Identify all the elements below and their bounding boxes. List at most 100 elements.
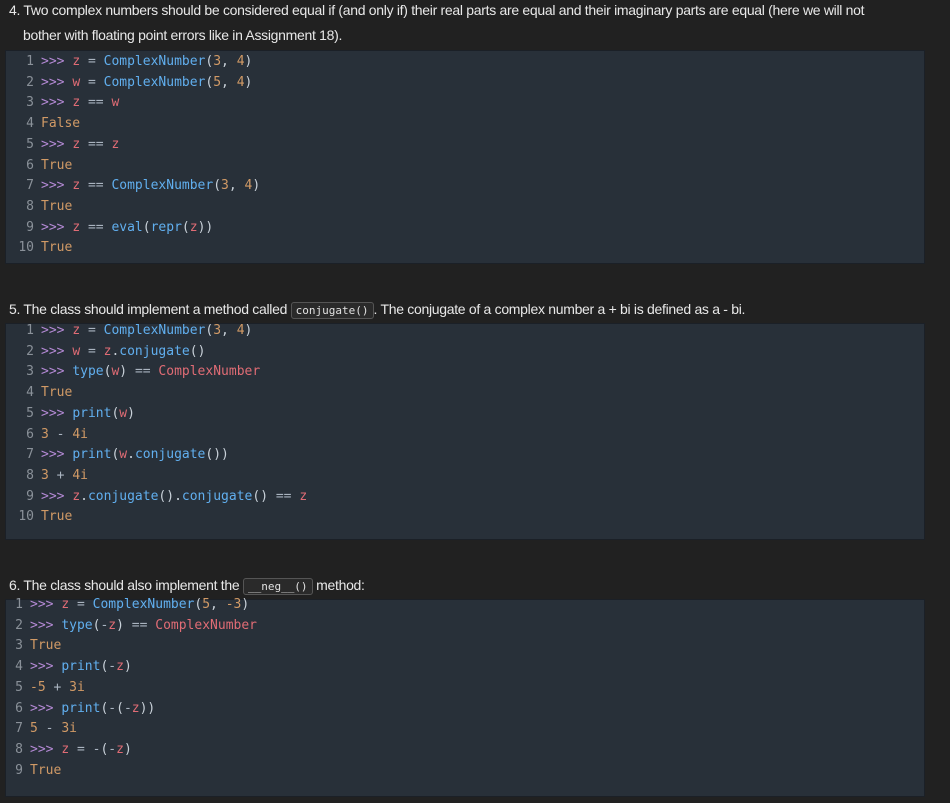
line-number: 4	[26, 116, 34, 132]
neg-inline-code: __neg__()	[242, 578, 313, 595]
line-number: 6	[26, 426, 34, 442]
line-number: 4	[26, 385, 34, 401]
code-line: 2 >>> type(-z) == ComplexNumber	[6, 616, 257, 636]
code-line: 7 5 - 3i	[6, 719, 77, 739]
code-line: 6 3 - 4i	[6, 425, 88, 445]
conjugate-inline-code: conjugate()	[290, 302, 374, 319]
code-line: 3 >>> type(w) == ComplexNumber	[6, 362, 260, 382]
line-number: 1	[26, 323, 34, 338]
code-block-section-5: 1 >>> z = ComplexNumber(3, 4) 2 >>> w = z.c…	[5, 323, 925, 540]
code-line: 8 True	[6, 197, 72, 217]
line-number: 5	[26, 405, 34, 421]
code-line: 8 3 + 4i	[6, 466, 88, 486]
code-line: 10 True	[6, 507, 72, 527]
code-line: 5 -5 + 3i	[6, 678, 85, 698]
code-line: 4 >>> print(-z)	[6, 657, 132, 677]
code-line: 6 >>> print(-(-z))	[6, 699, 155, 719]
code-block-section-4: 1 >>> z = ComplexNumber(3, 4) 2 >>> w = Com…	[5, 50, 925, 264]
code-line: 6 True	[6, 156, 72, 176]
code-line: 4 False	[6, 114, 80, 134]
code-text: >>> z = ComplexNumber(5, -3)	[30, 597, 250, 612]
code-line: 9 >>> z == eval(repr(z))	[6, 218, 213, 238]
code-line: 2 >>> w = z.conjugate()	[6, 342, 205, 362]
section-5-text-after: . The conjugate of a complex number a + …	[373, 301, 746, 317]
line-number: 2	[26, 74, 34, 90]
line-number: 9	[26, 488, 34, 504]
code-text: >>> z == w	[41, 95, 120, 111]
line-number: 10	[18, 240, 34, 256]
code-text: False	[41, 116, 81, 132]
line-number: 9	[15, 762, 23, 778]
line-number: 5	[26, 136, 34, 152]
code-text: >>> z == eval(repr(z))	[41, 219, 214, 235]
code-line: 1 >>> z = ComplexNumber(3, 4)	[6, 321, 252, 341]
section-4-text-line1: 4. Two complex numbers should be conside…	[9, 2, 865, 18]
code-text: True	[41, 198, 73, 214]
section-5-text-before: 5. The class should implement a method c…	[9, 301, 291, 317]
code-text: 5 - 3i	[30, 721, 77, 737]
code-text: True	[30, 762, 62, 778]
line-number: 8	[26, 198, 34, 214]
code-text: >>> z == ComplexNumber(3, 4)	[41, 178, 261, 194]
code-text: True	[41, 240, 73, 256]
code-text: >>> w = ComplexNumber(5, 4)	[41, 74, 253, 90]
line-number: 1	[26, 54, 34, 69]
line-number: 7	[26, 447, 34, 463]
line-number: 7	[26, 178, 34, 194]
code-text: 3 + 4i	[41, 467, 88, 483]
code-text: 3 - 4i	[41, 426, 88, 442]
code-line: 5 >>> print(w)	[6, 404, 135, 424]
code-line: 10 True	[6, 238, 72, 258]
code-text: >>> print(-(-z))	[30, 700, 156, 716]
code-line: 3 True	[6, 636, 61, 656]
line-number: 7	[15, 721, 23, 737]
line-number: 6	[15, 700, 23, 716]
code-text: -5 + 3i	[30, 679, 85, 695]
line-number: 4	[15, 659, 23, 675]
code-line: 9 True	[6, 761, 61, 781]
code-line: 9 >>> z.conjugate().conjugate() == z	[6, 487, 307, 507]
line-number: 6	[26, 157, 34, 173]
line-number: 5	[15, 679, 23, 695]
line-number: 8	[26, 467, 34, 483]
code-line: 4 True	[6, 383, 72, 403]
code-line: 5 >>> z == z	[6, 135, 119, 155]
code-text: >>> type(w) == ComplexNumber	[41, 364, 261, 380]
line-number: 8	[15, 741, 23, 757]
line-number: 9	[26, 219, 34, 235]
line-number: 2	[15, 617, 23, 633]
code-line: 7 >>> z == ComplexNumber(3, 4)	[6, 176, 260, 196]
code-text: >>> z = ComplexNumber(3, 4)	[41, 323, 253, 338]
code-line: 7 >>> print(w.conjugate())	[6, 445, 229, 465]
code-line: 2 >>> w = ComplexNumber(5, 4)	[6, 73, 252, 93]
line-number: 10	[18, 509, 34, 525]
section-5-paragraph: 5. The class should implement a method c…	[9, 297, 929, 323]
line-number: 3	[26, 364, 34, 380]
code-text: True	[41, 157, 73, 173]
code-text: True	[41, 509, 73, 525]
code-line: 1 >>> z = ComplexNumber(3, 4)	[6, 52, 252, 72]
line-number: 3	[15, 638, 23, 654]
code-text: >>> z.conjugate().conjugate() == z	[41, 488, 308, 504]
code-text: >>> w = z.conjugate()	[41, 343, 206, 359]
code-text: >>> z = ComplexNumber(3, 4)	[41, 54, 253, 69]
section-4-paragraph: 4. Two complex numbers should be conside…	[9, 0, 929, 48]
code-text: >>> z = -(-z)	[30, 741, 132, 757]
line-number: 3	[26, 95, 34, 111]
code-line: 1 >>> z = ComplexNumber(5, -3)	[6, 595, 249, 615]
code-line: 8 >>> z = -(-z)	[6, 740, 132, 760]
code-text: True	[41, 385, 73, 401]
code-line: 3 >>> z == w	[6, 93, 119, 113]
code-text: >>> z == z	[41, 136, 120, 152]
code-text: >>> print(w)	[41, 405, 135, 421]
line-number: 2	[26, 343, 34, 359]
code-text: True	[30, 638, 62, 654]
section-6-text-before: 6. The class should also implement the	[9, 577, 243, 593]
section-6-text-after: method:	[312, 577, 365, 593]
code-text: >>> print(w.conjugate())	[41, 447, 229, 463]
code-block-section-6: 1 >>> z = ComplexNumber(5, -3) 2 >>> type(-…	[5, 597, 925, 797]
line-number: 1	[15, 597, 23, 612]
code-text: >>> type(-z) == ComplexNumber	[30, 617, 257, 633]
section-4-text-line2: bother with floating point errors like i…	[23, 27, 343, 43]
code-text: >>> print(-z)	[30, 659, 132, 675]
